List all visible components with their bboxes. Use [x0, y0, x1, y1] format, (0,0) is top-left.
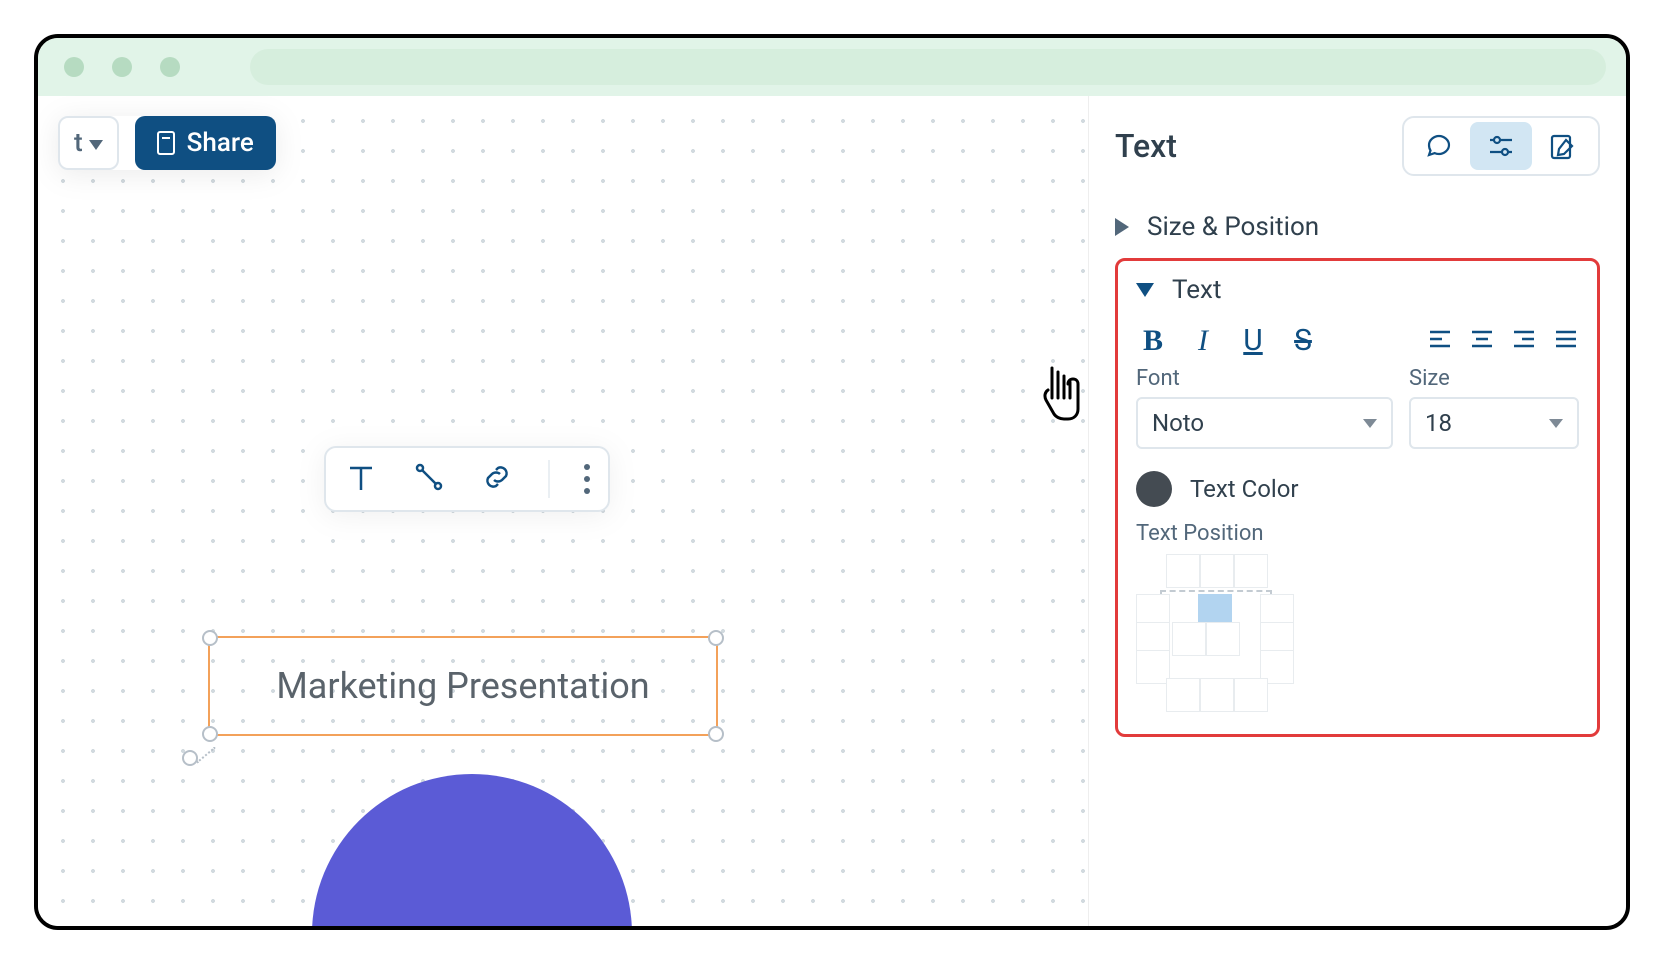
resize-handle-se[interactable]: [708, 726, 724, 742]
selected-text-box[interactable]: Marketing Presentation: [208, 636, 718, 736]
pos-cell[interactable]: [1200, 678, 1234, 712]
align-left-button[interactable]: [1427, 326, 1453, 356]
text-style-row: B I U S: [1136, 323, 1579, 358]
canvas-top-buttons: t Share: [58, 116, 276, 170]
font-value: Noto: [1152, 409, 1204, 437]
italic-button[interactable]: I: [1186, 324, 1220, 358]
resize-handle-sw[interactable]: [202, 726, 218, 742]
toolbar-divider: [548, 460, 550, 498]
tab-comments[interactable]: [1408, 122, 1470, 170]
chevron-down-icon: [1136, 283, 1154, 297]
text-position-grid[interactable]: [1136, 554, 1292, 710]
resize-handle-ne[interactable]: [708, 630, 724, 646]
text-align-buttons: [1427, 323, 1579, 358]
text-position-label: Text Position: [1136, 521, 1579, 546]
workspace: t Share: [38, 96, 1626, 926]
pos-cell[interactable]: [1234, 678, 1268, 712]
properties-panel: Text Size & Pos: [1088, 96, 1626, 926]
font-select[interactable]: Noto: [1136, 397, 1393, 449]
text-style-buttons: B I U S: [1136, 323, 1320, 358]
text-box-content[interactable]: Marketing Presentation: [276, 665, 649, 707]
size-field: Size 18: [1409, 366, 1579, 449]
chevron-down-icon: [89, 140, 103, 150]
strikethrough-button[interactable]: S: [1286, 323, 1320, 358]
pos-cell[interactable]: [1206, 622, 1240, 656]
bold-button[interactable]: B: [1136, 324, 1170, 358]
pos-cell[interactable]: [1172, 622, 1206, 656]
app-frame: t Share: [0, 0, 1664, 964]
app-window: t Share: [34, 34, 1630, 930]
t-dropdown-button[interactable]: t: [58, 116, 119, 170]
align-right-button[interactable]: [1511, 326, 1537, 356]
titlebar: [38, 38, 1626, 96]
purple-ellipse-shape[interactable]: [312, 774, 632, 930]
share-icon: [157, 131, 175, 155]
section-text[interactable]: Text: [1136, 271, 1579, 307]
chevron-down-icon: [1549, 419, 1563, 428]
omnibox-placeholder[interactable]: [250, 49, 1606, 85]
panel-title: Text: [1115, 127, 1177, 165]
font-field: Font Noto: [1136, 366, 1393, 449]
pos-cell[interactable]: [1166, 678, 1200, 712]
align-justify-button[interactable]: [1553, 326, 1579, 356]
panel-tabs: [1402, 116, 1600, 176]
text-color-label: Text Color: [1190, 475, 1299, 503]
size-select[interactable]: 18: [1409, 397, 1579, 449]
section-text-label: Text: [1172, 275, 1221, 305]
traffic-light-close[interactable]: [64, 57, 84, 77]
underline-button[interactable]: U: [1236, 323, 1270, 358]
panel-header: Text: [1115, 116, 1600, 176]
tab-properties[interactable]: [1470, 122, 1532, 170]
canvas[interactable]: t Share: [38, 96, 1088, 926]
resize-handle-nw[interactable]: [202, 630, 218, 646]
section-size-position[interactable]: Size & Position: [1115, 200, 1600, 254]
more-options-icon[interactable]: [584, 464, 590, 494]
pos-cell-top-1[interactable]: [1166, 554, 1200, 588]
pos-cell[interactable]: [1136, 650, 1170, 684]
section-size-position-label: Size & Position: [1147, 212, 1319, 242]
text-color-swatch[interactable]: [1136, 471, 1172, 507]
chevron-right-icon: [1115, 218, 1129, 236]
size-label: Size: [1409, 366, 1579, 391]
traffic-light-max[interactable]: [160, 57, 180, 77]
font-size-row: Font Noto Size 18: [1136, 366, 1579, 449]
pos-cell-top-2[interactable]: [1200, 554, 1234, 588]
connector-tool-icon[interactable]: [412, 460, 446, 498]
cursor-pointer-icon: [1038, 362, 1086, 422]
floating-toolbar: [324, 446, 610, 512]
text-tool-icon[interactable]: [344, 460, 378, 498]
traffic-lights: [64, 57, 180, 77]
share-button-label: Share: [187, 128, 254, 158]
rotate-connector: [196, 747, 216, 764]
font-label: Font: [1136, 366, 1393, 391]
share-button[interactable]: Share: [135, 116, 276, 170]
pos-cell-top-3[interactable]: [1234, 554, 1268, 588]
align-center-button[interactable]: [1469, 326, 1495, 356]
size-value: 18: [1425, 409, 1452, 437]
tab-edit[interactable]: [1532, 122, 1594, 170]
text-color-row[interactable]: Text Color: [1136, 471, 1579, 507]
link-tool-icon[interactable]: [480, 460, 514, 498]
traffic-light-min[interactable]: [112, 57, 132, 77]
chevron-down-icon: [1363, 419, 1377, 428]
text-section-highlighted: Text B I U S: [1115, 258, 1600, 737]
rotate-handle[interactable]: [182, 750, 198, 766]
t-button-label: t: [74, 128, 83, 158]
